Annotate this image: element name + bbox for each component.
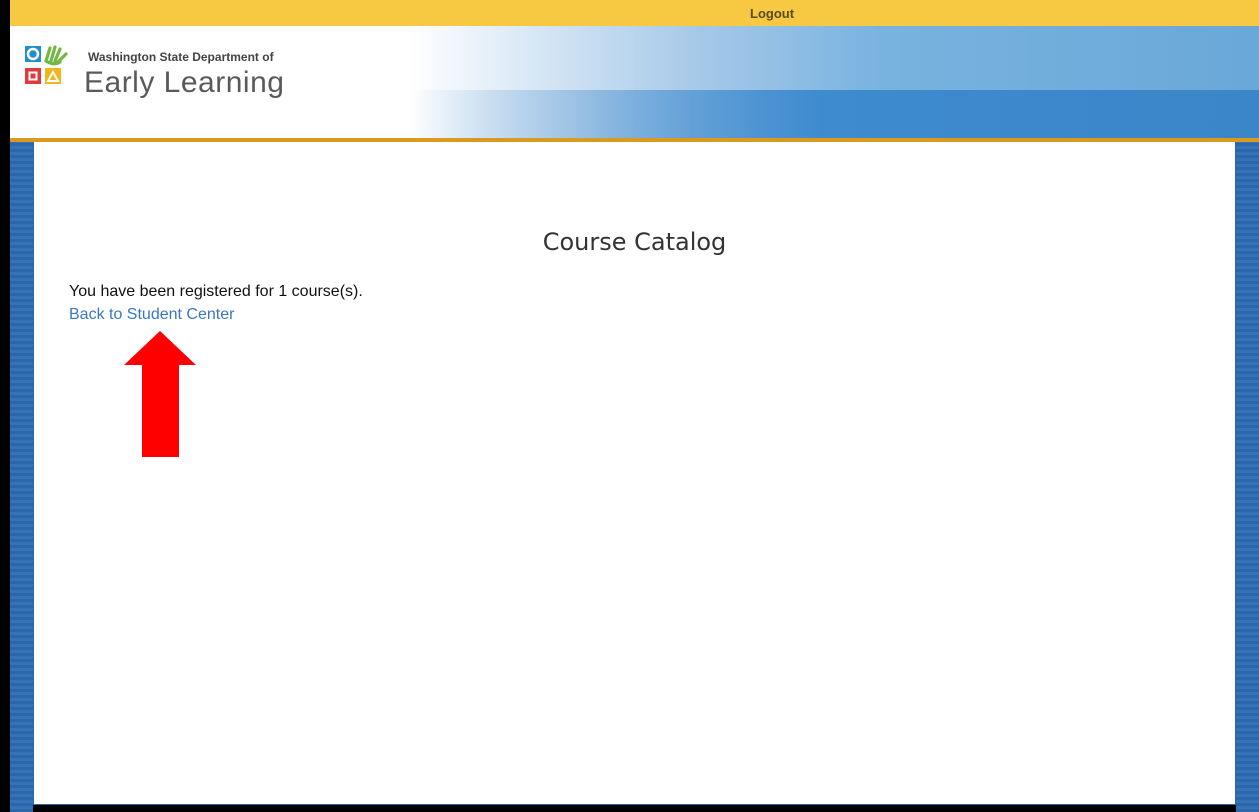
registration-message: You have been registered for 1 course(s)… (69, 283, 363, 300)
back-to-student-center-link[interactable]: Back to Student Center (69, 306, 234, 324)
del-logo-icon (25, 45, 68, 84)
logo-early-learning-text: Early Learning (84, 66, 285, 99)
right-frame-border (1236, 142, 1259, 812)
logout-link[interactable]: Logout (750, 6, 794, 21)
top-bar: Logout (10, 0, 1259, 26)
content-panel: Course Catalog You have been registered … (33, 142, 1236, 805)
up-arrow-icon (124, 331, 196, 457)
left-frame-border (10, 142, 33, 812)
logo-department-text: Washington State Department of (88, 50, 274, 64)
header-banner: Washington State Department of Early Lea… (10, 26, 1259, 138)
page-title: Course Catalog (542, 228, 727, 256)
